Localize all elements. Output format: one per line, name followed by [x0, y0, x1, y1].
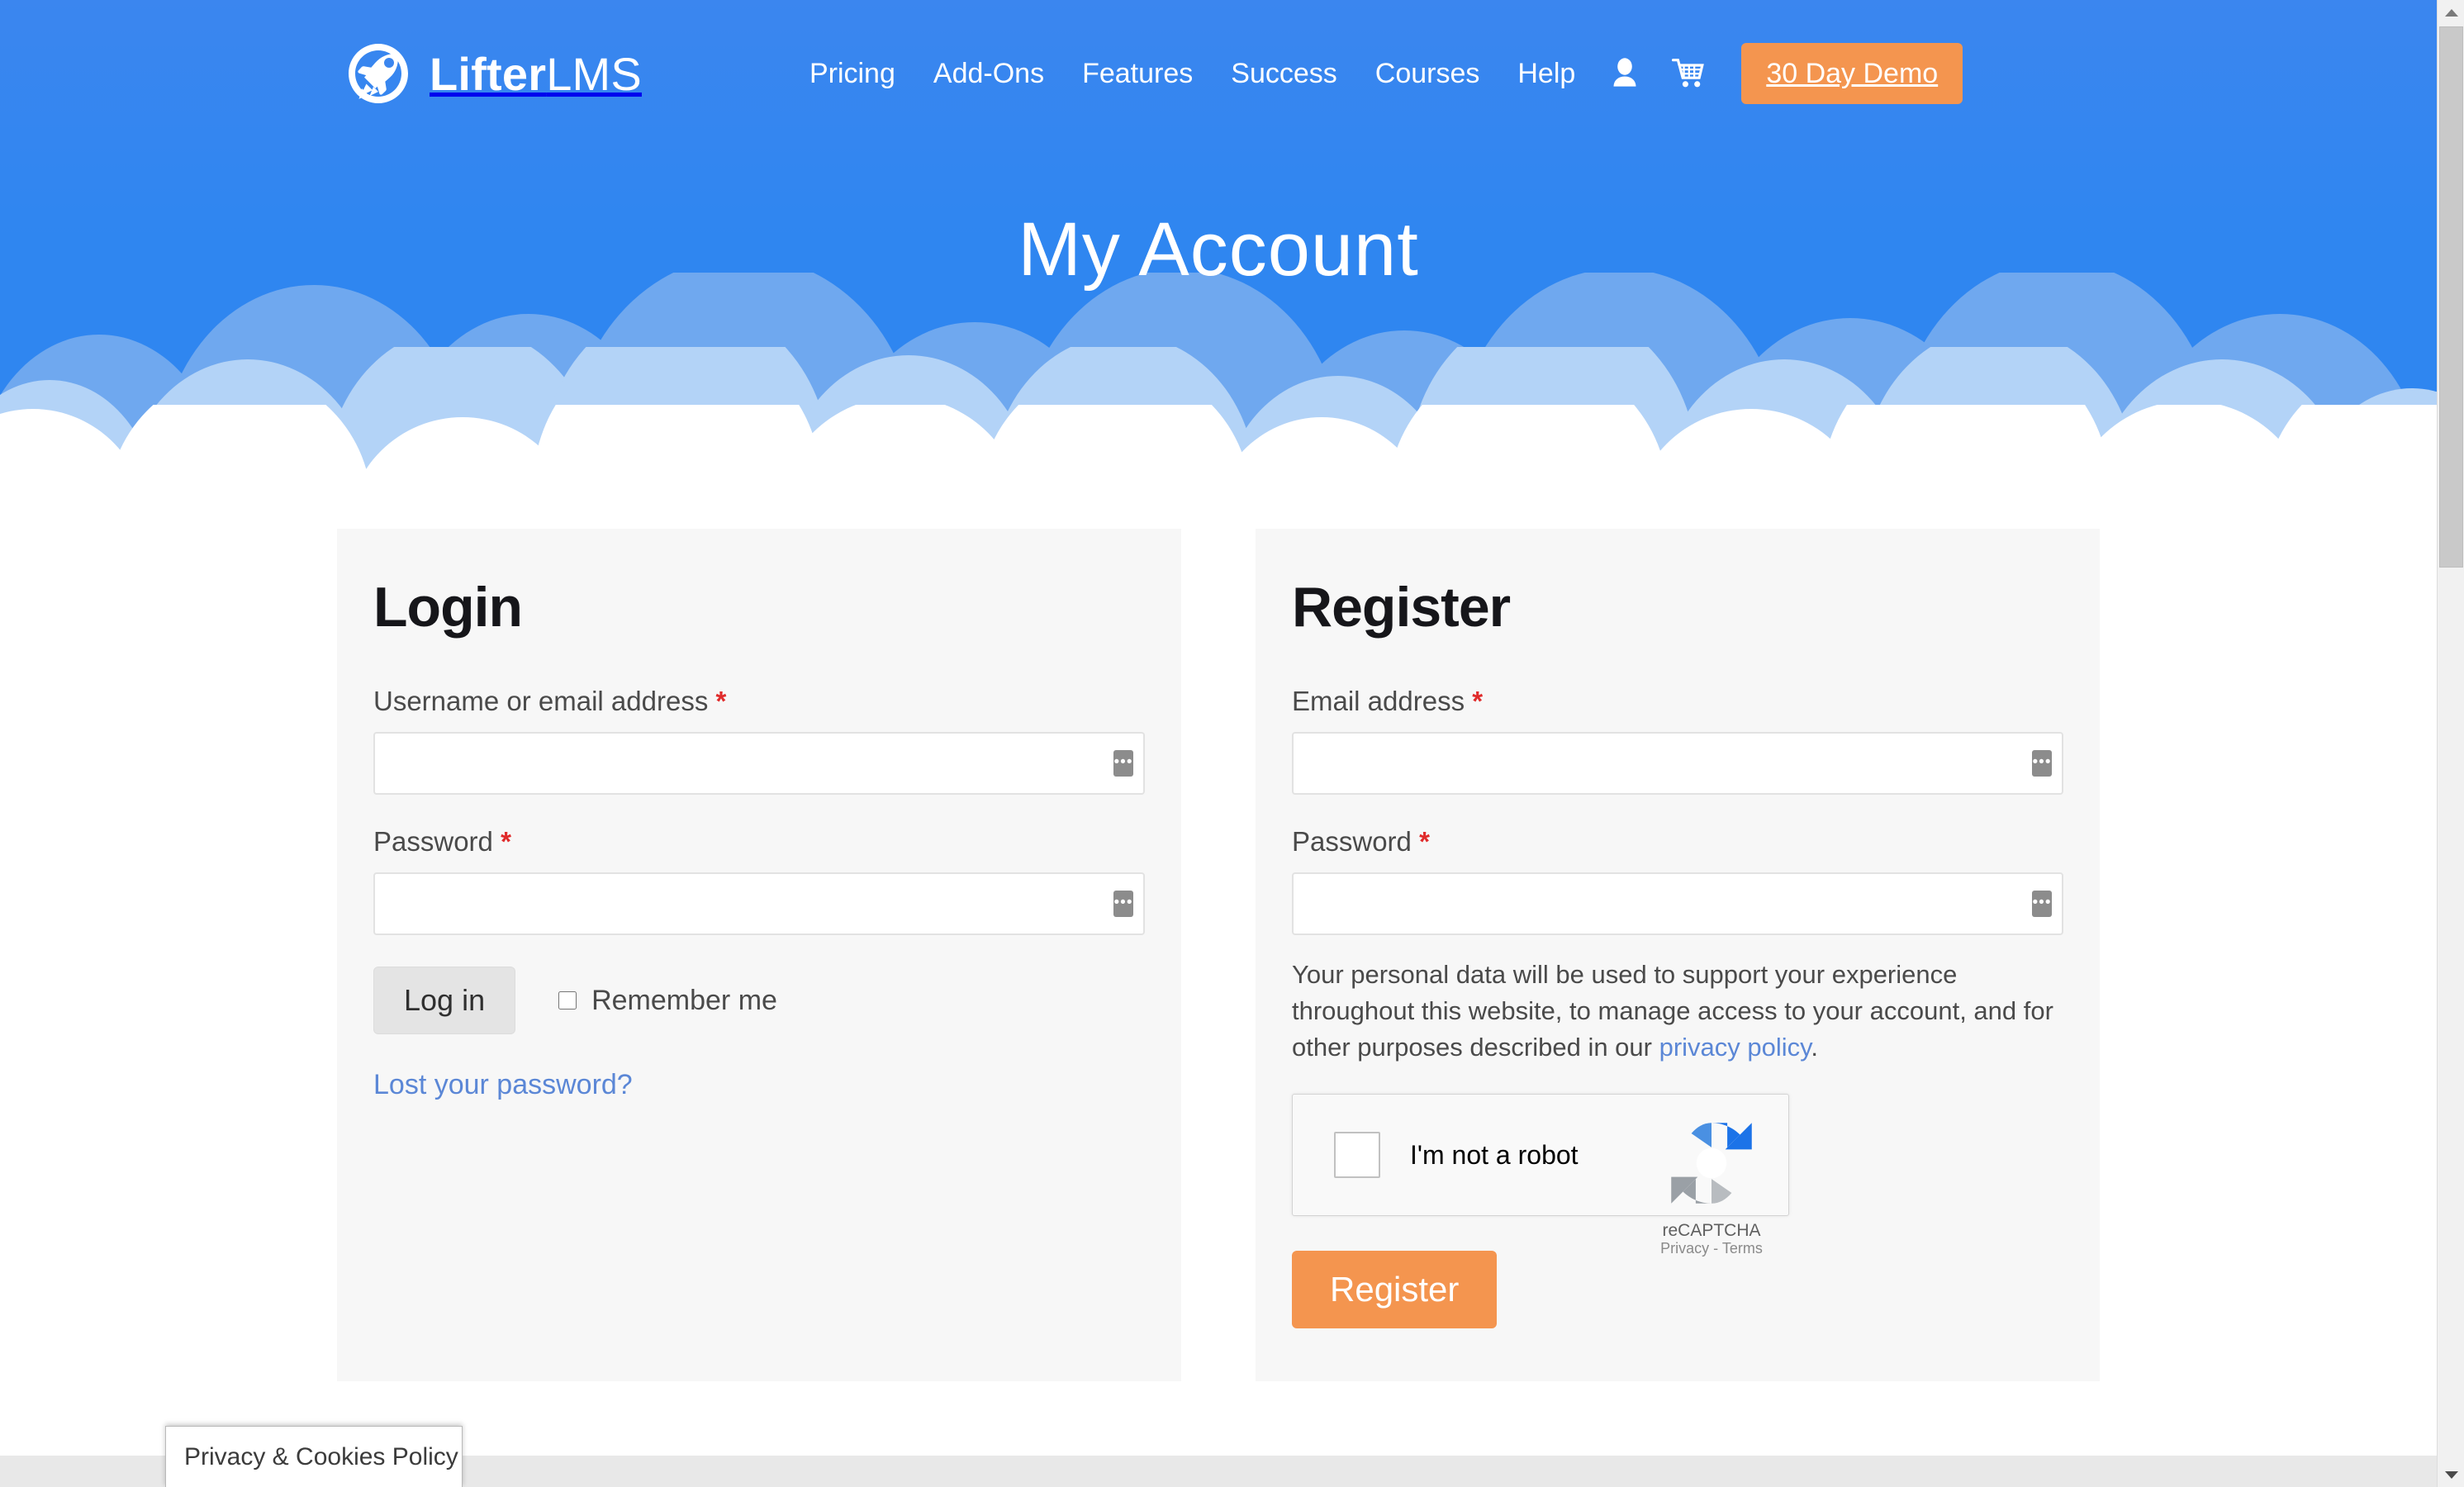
lost-password-link[interactable]: Lost your password? [373, 1069, 633, 1101]
privacy-policy-link[interactable]: privacy policy [1659, 1033, 1811, 1062]
login-password-label-text: Password [373, 826, 493, 857]
page-scrollbar[interactable] [2437, 0, 2464, 1487]
username-input[interactable] [373, 732, 1145, 795]
register-password-required-marker: * [1419, 826, 1430, 857]
username-label: Username or email address * [373, 686, 1145, 717]
register-password-input[interactable] [1292, 872, 2063, 935]
email-label-text: Email address [1292, 686, 1465, 716]
username-required-marker: * [715, 686, 727, 716]
recaptcha-checkbox[interactable] [1334, 1132, 1380, 1179]
nav-item-courses[interactable]: Courses [1356, 58, 1499, 90]
login-heading: Login [373, 576, 523, 639]
nav-item-pricing[interactable]: Pricing [790, 58, 914, 90]
page-root: LifterLMS Pricing Add-Ons Features Succe… [0, 0, 2464, 1487]
nav-item-help[interactable]: Help [1498, 58, 1594, 90]
username-label-text: Username or email address [373, 686, 709, 716]
register-password-label: Password * [1292, 826, 2063, 858]
recaptcha-terms[interactable]: Privacy - Terms [1660, 1240, 1763, 1257]
brand-name: LifterLMS [430, 47, 642, 101]
log-in-button[interactable]: Log in [373, 967, 516, 1034]
remember-me-checkbox[interactable] [558, 991, 577, 1010]
remember-me-label[interactable]: Remember me [591, 985, 777, 1017]
email-required-marker: * [1472, 686, 1484, 716]
autofill-dots-icon[interactable]: ••• [1113, 891, 1133, 917]
login-password-required-marker: * [501, 826, 511, 857]
login-password-label: Password * [373, 826, 1145, 858]
remember-me-field[interactable]: Remember me [558, 985, 777, 1017]
login-password-input[interactable] [373, 872, 1145, 935]
register-button[interactable]: Register [1292, 1251, 1498, 1329]
login-password-input-wrap: ••• [373, 872, 1145, 935]
recaptcha-label: I'm not a robot [1410, 1139, 1579, 1170]
email-input-wrap: ••• [1292, 732, 2063, 795]
scrollbar-thumb[interactable] [2439, 26, 2463, 568]
register-card: Register Email address * ••• Password * … [1256, 529, 2100, 1382]
top-navigation: LifterLMS Pricing Add-Ons Features Succe… [0, 0, 2437, 147]
recaptcha-branding: reCAPTCHA Privacy - Terms [1658, 1109, 1765, 1258]
nav-menu: Pricing Add-Ons Features Success Courses… [790, 43, 1963, 104]
recaptcha-logo-icon [1658, 1123, 1765, 1220]
hero-banner: LifterLMS Pricing Add-Ons Features Succe… [0, 0, 2437, 529]
login-actions-row: Log in Remember me [373, 967, 1145, 1034]
nav-item-add-ons[interactable]: Add-Ons [914, 58, 1063, 90]
brand-name-bold: Lifter [430, 47, 547, 100]
privacy-cookies-policy-label: Privacy & Cookies Policy [184, 1442, 458, 1470]
register-password-input-wrap: ••• [1292, 872, 2063, 935]
register-password-label-text: Password [1292, 826, 1412, 857]
nav-item-success[interactable]: Success [1212, 58, 1356, 90]
account-forms: Login Username or email address * ••• Pa… [337, 529, 2100, 1382]
rocket-circle-icon [345, 40, 411, 107]
scroll-down-arrow-icon[interactable] [2438, 1462, 2464, 1487]
30-day-demo-button[interactable]: 30 Day Demo [1741, 43, 1963, 104]
cloud-layer-front [0, 405, 2437, 529]
user-icon[interactable] [1594, 57, 1655, 90]
privacy-notice: Your personal data will be used to suppo… [1292, 957, 2063, 1066]
brand-name-light: LMS [546, 47, 642, 100]
email-label: Email address * [1292, 686, 2063, 717]
brand-logo-link[interactable]: LifterLMS [345, 40, 642, 107]
autofill-dots-icon[interactable]: ••• [2032, 891, 2052, 917]
register-heading: Register [1292, 576, 1511, 639]
privacy-notice-text-after: . [1811, 1033, 1818, 1062]
recaptcha-brand-name: reCAPTCHA [1662, 1221, 1761, 1241]
login-card: Login Username or email address * ••• Pa… [337, 529, 1181, 1382]
recaptcha-widget[interactable]: I'm not a robot reCAPTCHA Privacy - Term… [1292, 1094, 1789, 1257]
email-input[interactable] [1292, 732, 2063, 795]
scroll-up-arrow-icon[interactable] [2438, 0, 2464, 25]
shopping-cart-icon[interactable] [1655, 58, 1721, 89]
autofill-dots-icon[interactable]: ••• [2032, 750, 2052, 777]
autofill-dots-icon[interactable]: ••• [1113, 750, 1133, 777]
page-title: My Account [1018, 207, 1419, 292]
username-input-wrap: ••• [373, 732, 1145, 795]
main-content: Login Username or email address * ••• Pa… [0, 529, 2437, 1382]
nav-item-features[interactable]: Features [1063, 58, 1212, 90]
privacy-cookies-policy-tab[interactable]: Privacy & Cookies Policy [165, 1426, 463, 1487]
